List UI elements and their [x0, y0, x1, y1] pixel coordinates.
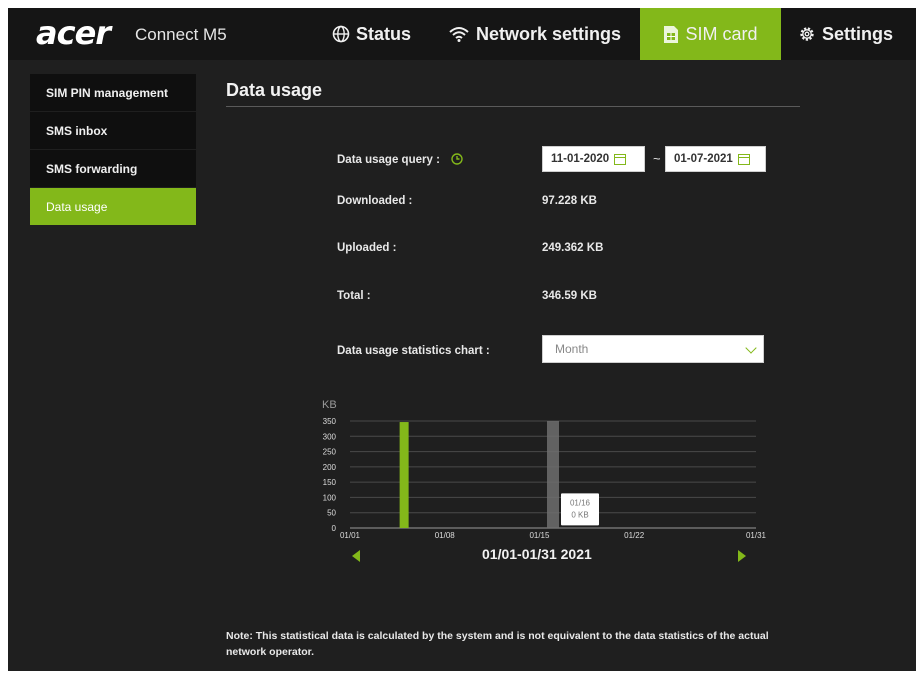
page-title: Data usage — [226, 80, 323, 100]
y-tick-label: 100 — [323, 493, 337, 502]
date-to-field[interactable]: 01-07-2021 — [665, 146, 766, 172]
nav-network-label: Network settings — [476, 23, 622, 44]
query-label: Data usage query : — [337, 153, 463, 166]
nav-settings[interactable]: Settings — [798, 8, 893, 60]
date-from-field[interactable]: 11-01-2020 — [542, 146, 645, 172]
sidebar-item-label: SMS forwarding — [46, 161, 138, 176]
sidebar-item-label: Data usage — [46, 199, 108, 214]
calendar-icon[interactable] — [614, 153, 627, 165]
y-tick-label: 250 — [323, 448, 337, 457]
product-name: Connect M5 — [135, 25, 227, 44]
sidebar-item-sms-forwarding[interactable]: SMS forwarding — [30, 150, 196, 187]
acer-logo: acer — [36, 14, 111, 52]
data-bar — [399, 422, 409, 528]
y-axis-unit: KB — [322, 399, 337, 411]
y-tick-label: 200 — [323, 463, 337, 472]
sidebar-item-label: SIM PIN management — [46, 85, 169, 100]
x-tick-label: 01/22 — [624, 531, 645, 538]
wifi-icon — [449, 27, 469, 42]
hover-highlight-bar — [547, 421, 559, 528]
query-label-text: Data usage query : — [337, 154, 440, 166]
total-value: 346.59 KB — [542, 290, 597, 302]
chart-period-select[interactable]: Month — [542, 335, 764, 363]
y-tick-label: 0 — [332, 524, 337, 533]
nav-status[interactable]: Status — [332, 8, 411, 60]
chart-period-label: 01/01-01/31 2021 — [482, 546, 592, 562]
downloaded-label: Downloaded : — [337, 195, 413, 207]
chart-period-value: Month — [555, 342, 589, 356]
nav-settings-label: Settings — [822, 23, 894, 44]
chevron-down-icon — [745, 342, 757, 354]
date-from-value: 11-01-2020 — [551, 153, 610, 165]
sidebar: SIM PIN management SMS inbox SMS forward… — [30, 74, 196, 226]
x-tick-label: 01/01 — [340, 531, 361, 538]
sidebar-item-label: SMS inbox — [46, 123, 108, 138]
date-to-value: 01-07-2021 — [674, 153, 733, 165]
date-separator: ~ — [653, 151, 661, 166]
uploaded-value: 249.362 KB — [542, 242, 604, 254]
sidebar-item-sms-inbox[interactable]: SMS inbox — [30, 112, 196, 149]
y-tick-label: 150 — [323, 478, 337, 487]
calendar-icon[interactable] — [737, 153, 750, 165]
nav-network-settings[interactable]: Network settings — [448, 8, 621, 60]
usage-bar-chart: KB 0 50 100 150 200 250 300 350 01/01 01/08 01/15 01… — [322, 399, 767, 538]
sim-card-icon — [664, 25, 679, 43]
previous-period-arrow[interactable] — [352, 550, 360, 562]
title-divider — [226, 106, 800, 107]
disclaimer-note: Note: This statistical data is calculate… — [226, 630, 769, 658]
sidebar-item-data-usage[interactable]: Data usage — [30, 188, 196, 225]
clock-icon[interactable] — [451, 153, 463, 165]
nav-sim-label: SIM card — [685, 23, 758, 44]
y-tick-label: 50 — [327, 509, 336, 518]
app-frame: acer Connect M5 Status Network settings — [8, 8, 916, 671]
globe-icon — [332, 25, 350, 43]
sidebar-item-sim-pin[interactable]: SIM PIN management — [30, 74, 196, 111]
nav-sim-card[interactable]: SIM card — [640, 8, 781, 60]
tooltip-date: 01/16 — [570, 498, 591, 507]
x-tick-label: 01/31 — [746, 531, 767, 538]
x-tick-label: 01/08 — [435, 531, 456, 538]
downloaded-value: 97.228 KB — [542, 195, 597, 207]
uploaded-label: Uploaded : — [337, 242, 397, 254]
nav-status-label: Status — [356, 23, 412, 44]
y-tick-label: 300 — [323, 432, 337, 441]
y-tick-label: 350 — [323, 417, 337, 426]
tooltip-value: 0 KB — [571, 510, 588, 519]
x-tick-label: 01/15 — [529, 531, 550, 538]
top-navbar: acer Connect M5 Status Network settings — [8, 8, 916, 60]
next-period-arrow[interactable] — [738, 550, 746, 562]
gear-icon — [800, 27, 814, 41]
chart-type-label: Data usage statistics chart : — [337, 345, 490, 357]
total-label: Total : — [337, 290, 371, 302]
